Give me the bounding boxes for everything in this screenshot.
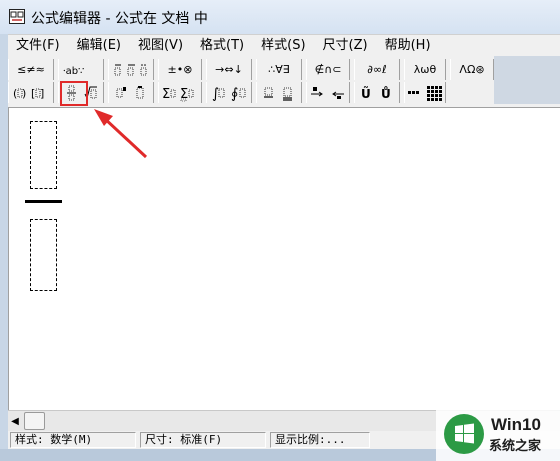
status-zoom: 显示比例:... [270, 432, 370, 448]
matrix-templates-button[interactable] [404, 82, 446, 103]
highlight-box [60, 81, 88, 106]
fence-templates-icon: ( ) [ ] [13, 87, 44, 100]
svg-text:⸱ab∵: ⸱ab∵ [63, 66, 85, 77]
spaces-ellipses-button[interactable]: ⸱ab∵ [58, 59, 104, 80]
scroll-left-arrow-icon[interactable]: ◀ [10, 415, 20, 427]
embellishments-button[interactable] [108, 59, 154, 80]
menu-view[interactable]: 视图(V) [130, 35, 192, 57]
numerator-slot[interactable] [30, 121, 57, 189]
labeled-arrow-templates-button[interactable] [306, 82, 350, 103]
embellishments-icon [114, 63, 147, 75]
title-bar: 公式编辑器 - 公式在 文档 中 [0, 0, 560, 34]
status-style: 样式: 数学(M) [10, 432, 136, 448]
svg-text:): ) [22, 87, 26, 100]
menu-format[interactable]: 格式(T) [192, 35, 253, 57]
denominator-slot[interactable] [30, 219, 57, 291]
integral-icon: ∫ ∮ [212, 86, 246, 102]
watermark-brand: Win10 [491, 415, 541, 434]
svg-text:Σ: Σ [162, 87, 170, 102]
operators-button[interactable]: ±•⊗ [158, 59, 202, 80]
menu-bar: 文件(F) 编辑(E) 视图(V) 格式(T) 样式(S) 尺寸(Z) 帮助(H… [8, 34, 560, 56]
menu-size[interactable]: 尺寸(Z) [315, 35, 377, 57]
scripts-icon [116, 85, 144, 98]
summation-icon: Σ Σ [162, 87, 194, 102]
equation-editor-window: 公式编辑器 - 公式在 文档 中 文件(F) 编辑(E) 视图(V) 格式(T)… [0, 0, 560, 461]
windows-logo-icon [444, 414, 484, 454]
logic-symbols-button[interactable]: ∴∀∃ [256, 59, 302, 80]
svg-text:(: ( [13, 87, 17, 100]
svg-text:∮: ∮ [231, 86, 238, 102]
misc-symbols-button[interactable]: ∂∞ℓ [354, 59, 400, 80]
svg-text:Ů: Ů [381, 86, 391, 101]
window-title: 公式编辑器 - 公式在 文档 中 [31, 11, 208, 27]
underbar-overbar-templates-button[interactable] [256, 82, 302, 103]
equation-editing-area[interactable] [8, 107, 560, 410]
underbar-overbar-icon [264, 87, 292, 101]
watermark-subtitle: 系统之家 [489, 439, 542, 454]
menu-style[interactable]: 样式(S) [253, 35, 314, 57]
menu-file[interactable]: 文件(F) [8, 35, 69, 57]
arrows-button[interactable]: →⇔↓ [206, 59, 252, 80]
svg-text:∫: ∫ [212, 86, 219, 102]
labeled-arrow-icon [311, 86, 344, 99]
integral-templates-button[interactable]: ∫ ∮ [206, 82, 252, 103]
toolbar-empty-area [494, 56, 560, 104]
product-set-templates-button[interactable]: Ũ Ů [354, 82, 400, 103]
greek-uppercase-button[interactable]: ΛΩ⊛ [450, 59, 494, 80]
matrix-icon [408, 85, 442, 101]
symbols-toolbar: ≤≠≈ ⸱ab∵ ±•⊗ →⇔↓ ∴∀∃ ∉∩⊂ ∂∞ℓ λωθ ΛΩ⊛ [8, 58, 494, 82]
svg-text:Ũ: Ũ [361, 86, 371, 101]
set-symbols-button[interactable]: ∉∩⊂ [306, 59, 350, 80]
svg-text:[: [ [31, 87, 35, 100]
fraction-bar [25, 200, 62, 203]
svg-text:Σ: Σ [180, 87, 188, 102]
status-size: 尺寸: 标准(F) [140, 432, 266, 448]
equation-editor-icon [9, 9, 25, 24]
relational-symbols-button[interactable]: ≤≠≈ [8, 59, 54, 80]
fence-templates-button[interactable]: ( ) [ ] [8, 82, 54, 103]
script-templates-button[interactable] [108, 82, 154, 103]
spaces-ellipses-icon: ⸱ab∵ [63, 66, 85, 77]
menu-edit[interactable]: 编辑(E) [69, 35, 130, 57]
summation-templates-button[interactable]: Σ Σ [158, 82, 202, 103]
products-icon: Ũ Ů [361, 86, 391, 101]
greek-lowercase-button[interactable]: λωθ [404, 59, 446, 80]
scroll-thumb[interactable] [24, 412, 45, 430]
window-frame-left [0, 34, 8, 449]
menu-help[interactable]: 帮助(H) [377, 35, 440, 57]
svg-text:]: ] [40, 87, 44, 100]
